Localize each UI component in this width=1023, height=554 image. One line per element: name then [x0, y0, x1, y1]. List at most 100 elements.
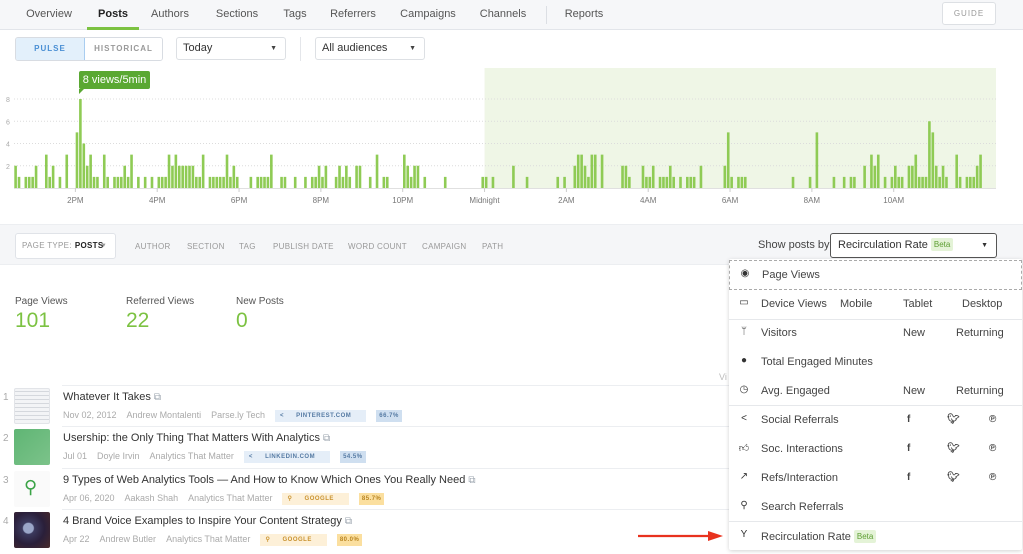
menu-item-page-views[interactable]: ◉ Page Views: [729, 260, 1022, 290]
tab-tags[interactable]: Tags: [280, 0, 310, 30]
menu-item-refs-interaction[interactable]: ↗ Refs/Interaction f 🐦︎ ℗: [729, 464, 1022, 493]
chart-bar: [137, 176, 140, 188]
show-posts-by-select[interactable]: Recirculation Rate Beta ▼: [830, 233, 997, 258]
filter-path[interactable]: PATH: [482, 242, 503, 251]
referrer-badge[interactable]: < PINTEREST.COM 66.7%: [274, 410, 412, 422]
post-thumbnail[interactable]: [14, 429, 50, 465]
post-section[interactable]: Analytics That Matter: [188, 493, 272, 503]
post-author[interactable]: Andrew Butler: [100, 534, 157, 544]
chart-bar: [740, 176, 744, 188]
metric-new-posts: New Posts 0: [236, 296, 284, 333]
chart-bar: [31, 176, 34, 188]
post-author[interactable]: Andrew Montalenti: [127, 410, 202, 420]
menu-option-returning[interactable]: Returning: [956, 327, 1004, 339]
filter-section[interactable]: SECTION: [187, 242, 225, 251]
menu-item-search-referrals[interactable]: ⚲ Search Referrals: [729, 493, 1022, 522]
tab-channels[interactable]: Channels: [478, 0, 528, 30]
pinterest-icon[interactable]: ℗: [989, 414, 996, 425]
menu-item-soc-interactions[interactable]: 👍︎ Soc. Interactions f 🐦︎ ℗: [729, 435, 1022, 464]
page-type-select[interactable]: PAGE TYPE: POSTS ▼: [15, 233, 116, 259]
external-link-icon[interactable]: ⧉: [345, 516, 352, 527]
referrer-badge[interactable]: ⚲ GOOGLE 80.0%: [260, 534, 372, 546]
chart-bar: [27, 176, 31, 188]
metric-value: 0: [236, 309, 248, 332]
filter-author[interactable]: AUTHOR: [135, 242, 171, 251]
chart-bar: [645, 176, 648, 188]
post-title[interactable]: Whatever It Takes ⧉: [63, 391, 161, 403]
chart-bar: [368, 176, 372, 188]
menu-item-visitors[interactable]: ᛘ Visitors New Returning: [729, 319, 1022, 348]
chart-bar: [304, 176, 307, 188]
twitter-icon[interactable]: 🐦︎: [947, 472, 960, 483]
facebook-icon[interactable]: f: [907, 414, 910, 425]
post-author[interactable]: Doyle Irvin: [97, 451, 140, 461]
chart-bar: [358, 165, 362, 188]
chart-bar: [184, 165, 188, 188]
menu-option-desktop[interactable]: Desktop: [962, 298, 1002, 310]
menu-item-social-referrals[interactable]: < Social Referrals f 🐦︎ ℗: [729, 406, 1022, 435]
post-author[interactable]: Aakash Shah: [125, 493, 179, 503]
referrer-badge[interactable]: < LINKEDIN.COM 54.5%: [243, 451, 376, 463]
filter-word-count[interactable]: WORD COUNT: [348, 242, 407, 251]
annotation-arrow: [638, 531, 723, 541]
menu-item-total-engaged-minutes[interactable]: ● Total Engaged Minutes: [729, 348, 1022, 377]
menu-option-mobile[interactable]: Mobile: [840, 298, 872, 310]
chart-bar: [164, 176, 167, 188]
tab-referrers[interactable]: Referrers: [329, 0, 377, 30]
pulse-button[interactable]: PULSE: [16, 38, 85, 60]
period-select[interactable]: Today ▼: [176, 37, 286, 60]
menu-item-recirculation-rate[interactable]: Y Recirculation Rate Beta: [729, 522, 1022, 551]
twitter-icon[interactable]: 🐦︎: [947, 414, 960, 425]
filter-tag[interactable]: TAG: [239, 242, 256, 251]
post-thumbnail[interactable]: ⚲: [14, 471, 50, 507]
chart-bar: [593, 154, 597, 188]
chart-bar: [96, 176, 99, 188]
chart-bar: [600, 154, 604, 188]
chart-bar: [283, 176, 287, 188]
tab-campaigns[interactable]: Campaigns: [400, 0, 456, 30]
referrer-badge[interactable]: ⚲ GOOGLE 85.7%: [282, 493, 394, 505]
tab-authors[interactable]: Authors: [147, 0, 193, 30]
pinterest-icon[interactable]: ℗: [989, 472, 996, 483]
tab-posts[interactable]: Posts: [87, 0, 139, 30]
filter-publish-date[interactable]: PUBLISH DATE: [273, 242, 334, 251]
tab-reports[interactable]: Reports: [562, 0, 606, 30]
twitter-icon[interactable]: 🐦︎: [947, 443, 960, 454]
menu-item-device-views[interactable]: ▭ Device Views Mobile Tablet Desktop: [729, 290, 1022, 319]
menu-option-returning[interactable]: Returning: [956, 385, 1004, 397]
historical-button[interactable]: HISTORICAL: [85, 38, 162, 60]
tab-overview[interactable]: Overview: [22, 0, 76, 30]
post-section[interactable]: Analytics That Matter: [150, 451, 234, 461]
chart-bar: [573, 165, 577, 188]
post-title[interactable]: 9 Types of Web Analytics Tools — And How…: [63, 474, 475, 486]
post-section[interactable]: Analytics That Matter: [166, 534, 250, 544]
external-link-icon[interactable]: ⧉: [154, 392, 161, 403]
menu-option-new[interactable]: New: [903, 327, 925, 339]
chart-bar: [198, 176, 202, 188]
chart-bar: [815, 132, 819, 188]
post-thumbnail[interactable]: [14, 388, 50, 424]
filter-campaign[interactable]: CAMPAIGN: [422, 242, 466, 251]
recirculation-icon: Y: [740, 529, 748, 540]
chart-bar: [662, 176, 665, 188]
external-link-icon[interactable]: ⧉: [323, 433, 330, 444]
chart-bar: [628, 176, 631, 188]
audience-select[interactable]: All audiences ▼: [315, 37, 425, 60]
post-section[interactable]: Parse.ly Tech: [211, 410, 265, 420]
menu-option-new[interactable]: New: [903, 385, 925, 397]
row-divider: [62, 509, 730, 510]
tab-sections[interactable]: Sections: [212, 0, 262, 30]
facebook-icon[interactable]: f: [907, 472, 910, 483]
post-thumbnail[interactable]: [14, 512, 50, 548]
external-link-icon[interactable]: ⧉: [468, 475, 475, 486]
facebook-icon[interactable]: f: [907, 443, 910, 454]
menu-item-label: Visitors: [761, 327, 797, 339]
menu-item-avg-engaged[interactable]: ◷ Avg. Engaged New Returning: [729, 377, 1022, 406]
menu-option-tablet[interactable]: Tablet: [903, 298, 932, 310]
post-title[interactable]: Usership: the Only Thing That Matters Wi…: [63, 432, 330, 444]
share-icon: <: [279, 413, 287, 419]
pinterest-icon[interactable]: ℗: [989, 443, 996, 454]
post-title[interactable]: 4 Brand Voice Examples to Inspire Your C…: [63, 515, 352, 527]
page-type-label: PAGE TYPE:: [22, 241, 72, 250]
guide-button[interactable]: GUIDE: [942, 2, 996, 25]
